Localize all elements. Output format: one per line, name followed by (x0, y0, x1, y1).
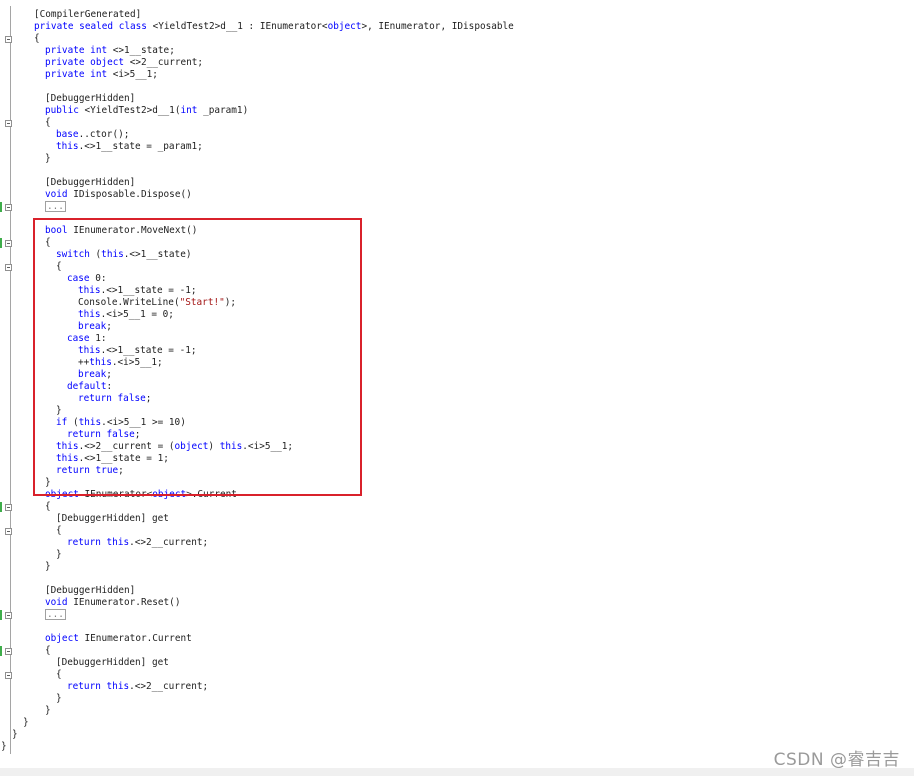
code-line: return false; (78, 393, 152, 404)
collapsed-region[interactable]: ... (45, 609, 66, 620)
code-line: private int <>1__state; (45, 45, 175, 56)
code-line: { (56, 261, 62, 272)
code-line: return this.<>2__current; (67, 537, 209, 548)
code-line: } (56, 549, 62, 560)
code-line: switch (this.<>1__state) (56, 249, 192, 260)
code-line: return false; (67, 429, 141, 440)
code-line: [DebuggerHidden] (45, 177, 136, 188)
collapsed-region[interactable]: ... (45, 201, 66, 212)
code-line: { (34, 33, 40, 44)
code-line: { (45, 237, 51, 248)
change-marker (0, 202, 2, 212)
code-line: Console.WriteLine("Start!"); (78, 297, 237, 308)
code-line: break; (78, 369, 112, 380)
code-line: } (56, 405, 62, 416)
code-line: case 1: (67, 333, 107, 344)
code-line: private object <>2__current; (45, 57, 204, 68)
code-line: this.<>1__state = -1; (78, 345, 197, 356)
change-marker (0, 238, 2, 248)
code-line: [DebuggerHidden] (45, 585, 136, 596)
code-line: void IDisposable.Dispose() (45, 189, 192, 200)
code-line: } (1, 741, 7, 752)
code-line: [CompilerGenerated] (34, 9, 142, 20)
code-line: ... (45, 609, 66, 621)
code-line: { (45, 501, 51, 512)
code-line: object IEnumerator<object>.Current (45, 489, 237, 500)
code-line: break; (78, 321, 112, 332)
code-line: } (12, 729, 18, 740)
code-line: } (56, 693, 62, 704)
collapse-toggle-icon[interactable] (5, 240, 12, 247)
code-line: this.<>1__state = 1; (56, 453, 169, 464)
code-line: { (45, 645, 51, 656)
code-line: bool IEnumerator.MoveNext() (45, 225, 198, 236)
code-line: ... (45, 201, 66, 213)
code-line: base..ctor(); (56, 129, 130, 140)
collapse-toggle-icon[interactable] (5, 672, 12, 679)
collapse-toggle-icon[interactable] (5, 204, 12, 211)
code-line: this.<>1__state = -1; (78, 285, 197, 296)
code-line: return this.<>2__current; (67, 681, 209, 692)
code-line: [DebuggerHidden] (45, 93, 136, 104)
code-line: [DebuggerHidden] get (56, 513, 169, 524)
code-line: { (45, 117, 51, 128)
code-line: } (45, 561, 51, 572)
collapse-toggle-icon[interactable] (5, 264, 12, 271)
code-line: this.<>1__state = _param1; (56, 141, 203, 152)
change-marker (0, 610, 2, 620)
code-line: if (this.<i>5__1 >= 10) (56, 417, 186, 428)
collapse-toggle-icon[interactable] (5, 36, 12, 43)
watermark: CSDN @睿吉吉 (773, 750, 900, 770)
code-line: ++this.<i>5__1; (78, 357, 163, 368)
code-line: } (45, 153, 51, 164)
code-line: [DebuggerHidden] get (56, 657, 169, 668)
collapse-toggle-icon[interactable] (5, 612, 12, 619)
code-editor: [CompilerGenerated] private sealed class … (0, 0, 914, 768)
change-marker (0, 646, 2, 656)
code-line: case 0: (67, 273, 107, 284)
code-line: } (23, 717, 29, 728)
outline-guide (10, 6, 11, 754)
code-line: default: (67, 381, 113, 392)
code-line: return true; (56, 465, 124, 476)
code-line: { (56, 525, 62, 536)
collapse-toggle-icon[interactable] (5, 120, 12, 127)
collapse-toggle-icon[interactable] (5, 504, 12, 511)
code-line: private int <i>5__1; (45, 69, 158, 80)
code-line: object IEnumerator.Current (45, 633, 192, 644)
code-line: void IEnumerator.Reset() (45, 597, 181, 608)
code-line: } (45, 705, 51, 716)
code-line: { (56, 669, 62, 680)
code-line: } (45, 477, 51, 488)
collapse-toggle-icon[interactable] (5, 648, 12, 655)
code-line: public <YieldTest2>d__1(int _param1) (45, 105, 249, 116)
code-line: this.<i>5__1 = 0; (78, 309, 174, 320)
change-marker (0, 502, 2, 512)
code-line: private sealed class <YieldTest2>d__1 : … (34, 21, 514, 32)
code-line: this.<>2__current = (object) this.<i>5__… (56, 441, 294, 452)
collapse-toggle-icon[interactable] (5, 528, 12, 535)
